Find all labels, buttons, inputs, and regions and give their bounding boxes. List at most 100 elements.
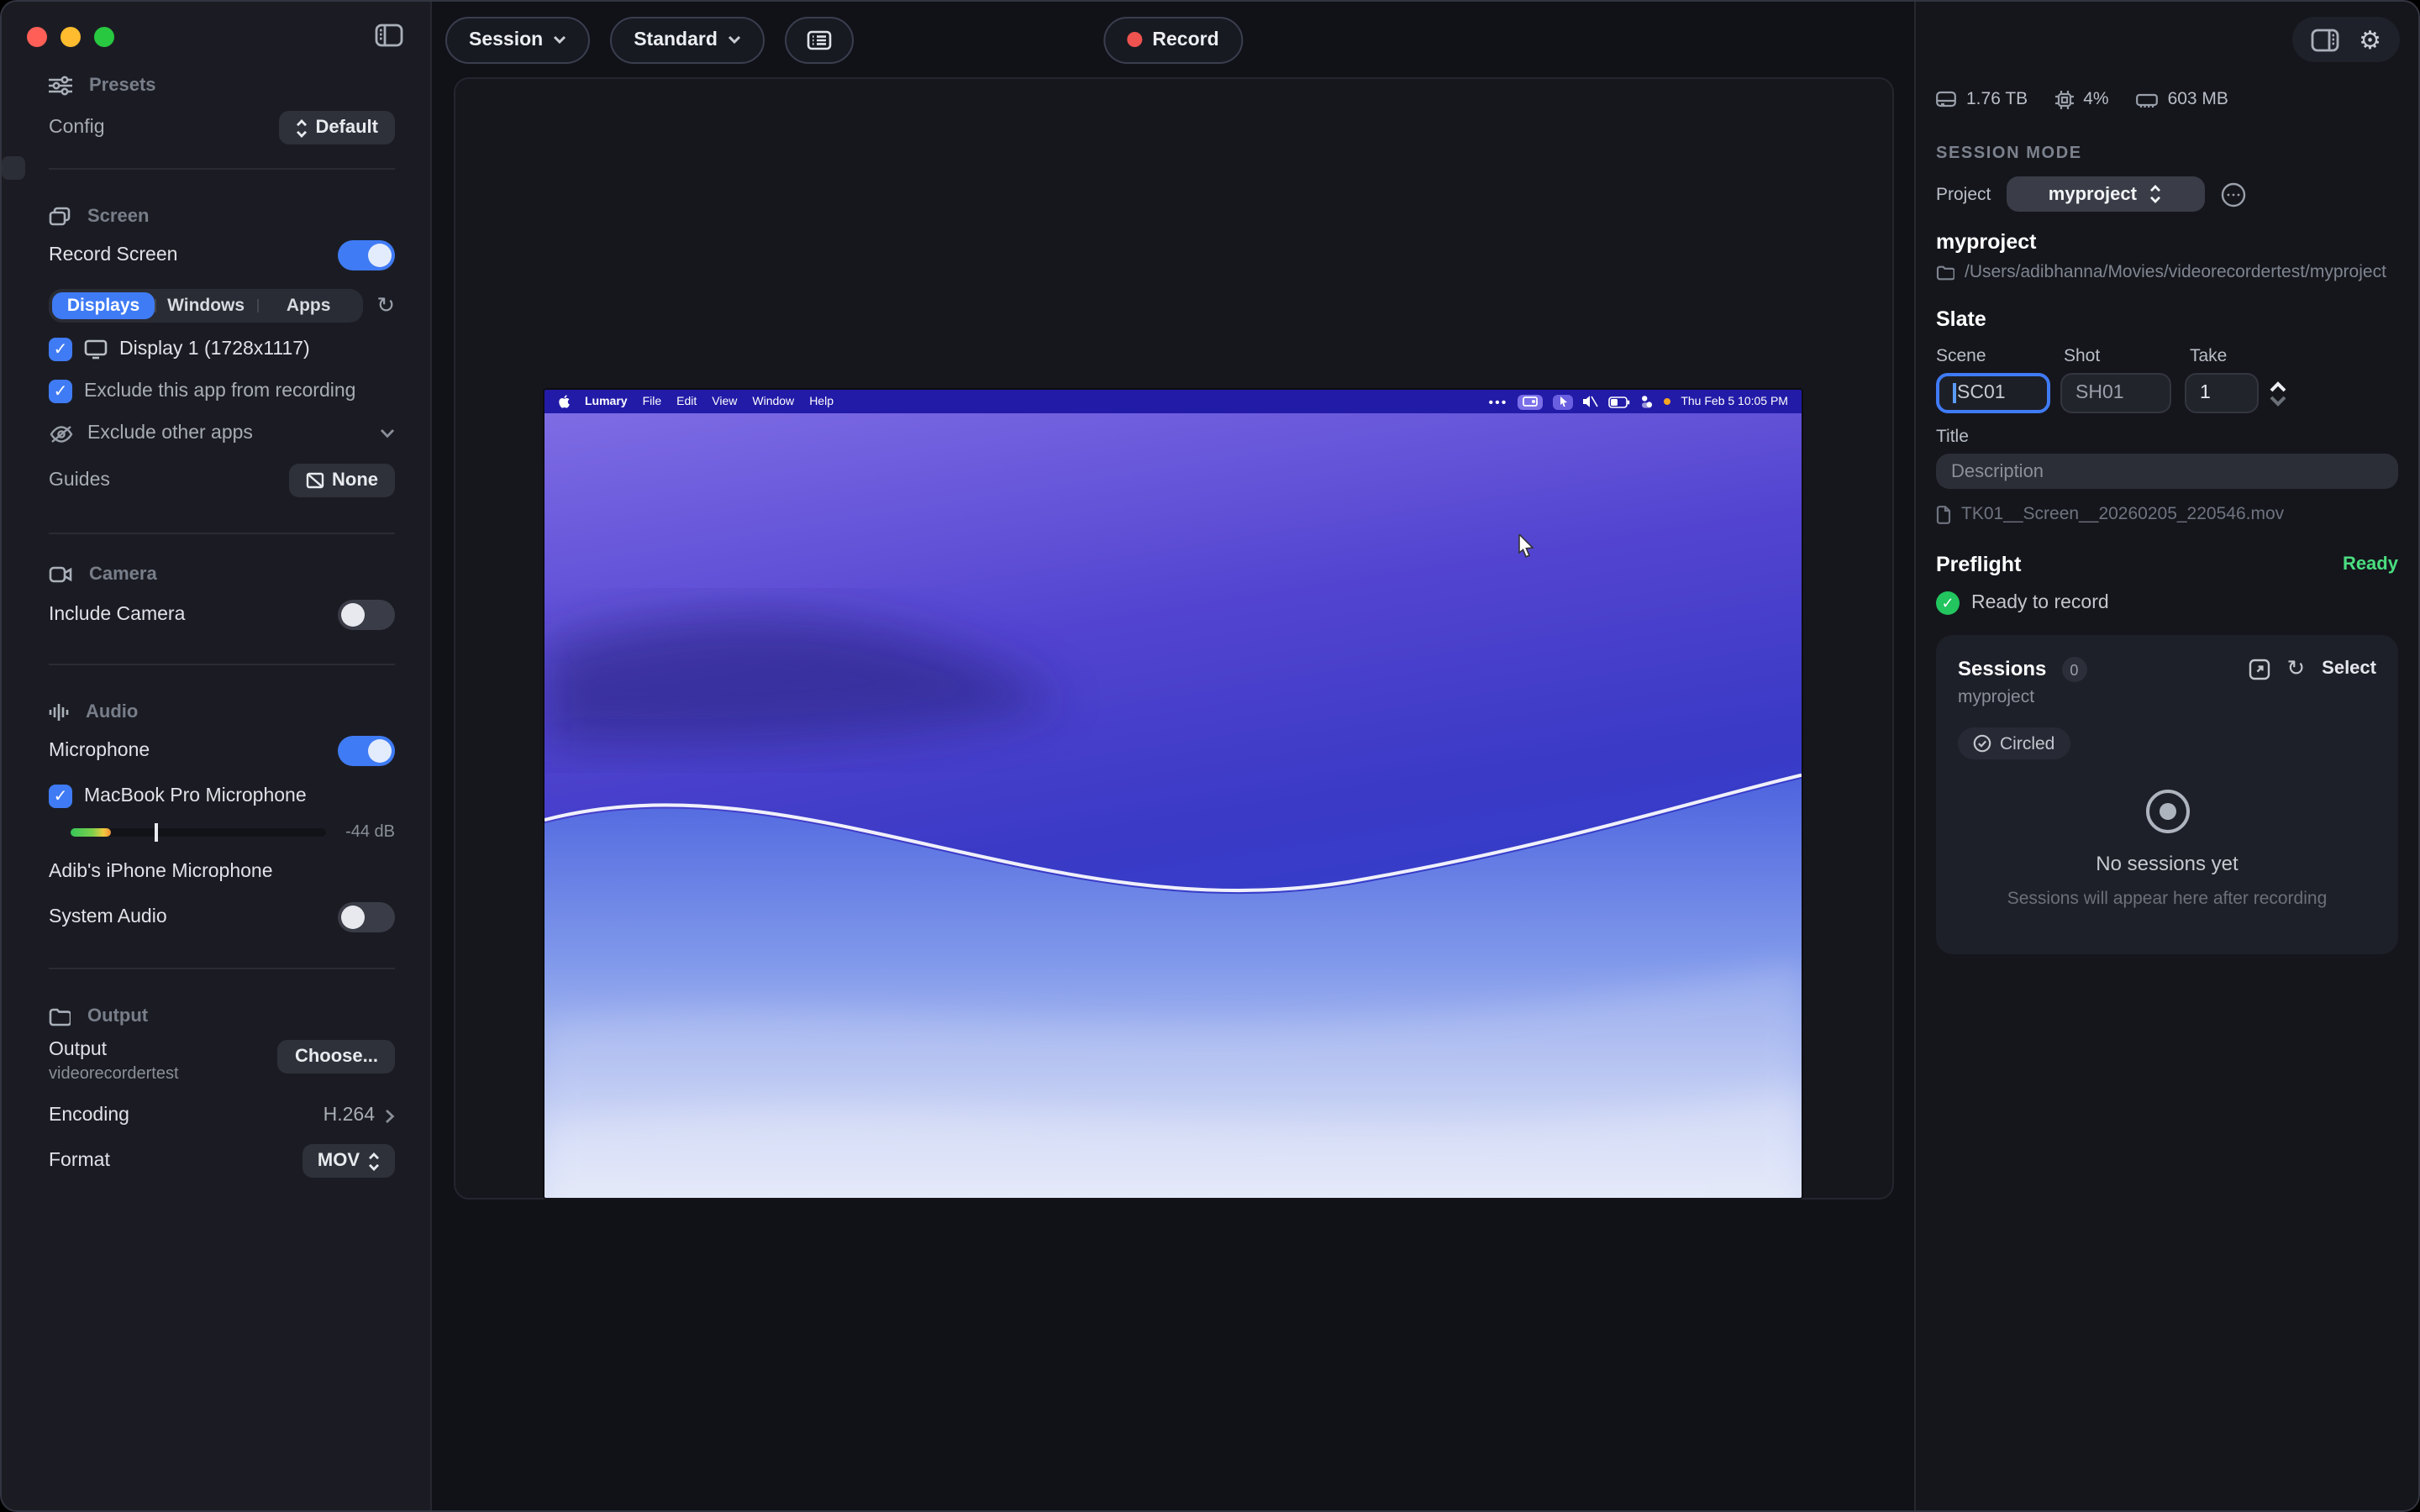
menubar-clock: Thu Feb 5 10:05 PM — [1681, 396, 1788, 407]
check-circle-icon: ✓ — [1936, 591, 1960, 615]
record-screen-toggle[interactable] — [338, 240, 395, 270]
chevron-updown-icon — [295, 118, 307, 137]
display1-checkbox[interactable]: ✓ — [49, 338, 72, 361]
preview-menu-edit: Edit — [676, 396, 697, 407]
storage-status: 1.76 TB 4% 603 MB — [1936, 89, 2398, 109]
shot-input[interactable] — [2060, 373, 2171, 413]
encoding-label: Encoding — [49, 1105, 129, 1126]
notes-button[interactable] — [785, 16, 854, 63]
zoom-button[interactable] — [94, 27, 114, 47]
system-audio-toggle[interactable] — [338, 902, 395, 932]
sidebar-toggle-icon[interactable] — [375, 24, 403, 47]
preflight-status: Ready — [2343, 554, 2398, 575]
minimize-button[interactable] — [60, 27, 81, 47]
panel-top-controls: ⚙ — [2291, 17, 2400, 62]
mic-level-value: -44 dB — [345, 823, 395, 842]
status-dot-icon — [1664, 398, 1670, 405]
circle-check-icon — [1973, 734, 1991, 753]
tab-apps[interactable]: Apps — [257, 292, 360, 319]
main-area: Session Standard Record Lumary File — [432, 2, 1914, 1510]
microphone-label: Microphone — [49, 741, 150, 761]
refresh-icon[interactable]: ↻ — [376, 292, 395, 319]
session-mode-label: SESSION MODE — [1936, 144, 2398, 163]
config-dropdown[interactable]: Default — [278, 111, 395, 144]
choose-button[interactable]: Choose... — [278, 1040, 395, 1074]
folder-icon — [1936, 265, 1954, 280]
chevron-down-icon[interactable] — [380, 428, 395, 438]
pointer-icon — [1553, 394, 1573, 409]
camera-icon — [49, 566, 72, 583]
guides-button[interactable]: None — [288, 464, 395, 497]
exclude-other-label: Exclude other apps — [87, 423, 253, 444]
display1-label: Display 1 (1728x1117) — [119, 339, 310, 360]
project-dropdown[interactable]: myproject — [2006, 176, 2204, 212]
memory-usage: 603 MB — [2168, 89, 2228, 109]
folder-icon — [49, 1007, 71, 1026]
close-button[interactable] — [27, 27, 47, 47]
document-icon — [1936, 505, 1951, 523]
gear-icon[interactable]: ⚙ — [2359, 24, 2381, 55]
output-label: Output — [49, 1040, 179, 1060]
record-button[interactable]: Record — [1103, 16, 1242, 63]
stepper-down-icon[interactable] — [2269, 394, 2287, 406]
take-stepper — [2269, 381, 2287, 406]
control-center-icon — [1640, 395, 1654, 408]
format-dropdown[interactable]: MOV — [302, 1144, 395, 1178]
title-input[interactable] — [1936, 454, 2398, 489]
format-label: Format — [49, 1151, 110, 1171]
title-label: Title — [1936, 427, 1969, 447]
app-window: Presets Config Default Screen Record Scr… — [0, 0, 2420, 1512]
sidebar: Presets Config Default Screen Record Scr… — [2, 2, 432, 1510]
tab-displays[interactable]: Displays — [52, 292, 155, 319]
waveform-icon — [49, 702, 69, 722]
cpu-icon — [2054, 90, 2073, 108]
exclude-app-checkbox[interactable]: ✓ — [49, 380, 72, 403]
select-button[interactable]: Select — [2322, 659, 2376, 679]
text-caret — [1953, 383, 1955, 403]
encoding-row[interactable]: H.264 — [324, 1105, 395, 1126]
apple-icon — [558, 395, 570, 408]
disk-icon — [1936, 91, 1956, 108]
sliders-icon — [49, 76, 72, 96]
ellipsis-circle-icon[interactable] — [2219, 181, 2246, 207]
wallpaper — [544, 413, 1802, 1198]
tab-windows[interactable]: Windows — [155, 292, 257, 319]
take-input[interactable] — [2185, 373, 2259, 413]
screen-header: Screen — [87, 207, 149, 227]
microphone-toggle[interactable] — [338, 736, 395, 766]
empty-title: No sessions yet — [1936, 852, 2398, 875]
menubar-more-icon: ••• — [1489, 394, 1508, 409]
audio-header: Audio — [86, 702, 138, 722]
session-menu-button[interactable]: Session — [445, 16, 590, 63]
eye-off-icon — [49, 424, 74, 443]
shot-label: Shot — [2064, 346, 2190, 366]
cpu-usage: 4% — [2083, 89, 2108, 109]
notes-icon — [807, 29, 832, 50]
macbook-mic-checkbox[interactable]: ✓ — [49, 785, 72, 808]
stepper-up-icon[interactable] — [2269, 381, 2287, 392]
sessions-project: myproject — [1958, 687, 2086, 707]
config-label: Config — [49, 118, 105, 138]
scene-input[interactable]: SC01 — [1936, 373, 2050, 413]
include-camera-toggle[interactable] — [338, 600, 395, 630]
project-name: myproject — [1936, 230, 2398, 254]
circled-filter-chip[interactable]: Circled — [1958, 727, 2070, 759]
iphone-mic-checkbox[interactable] — [2, 156, 25, 180]
guides-label: Guides — [49, 470, 110, 491]
session-panel: ⚙ 1.76 TB 4% 603 MB SESSION MODE Project… — [1914, 2, 2418, 1510]
preview-app-name: Lumary — [585, 396, 628, 407]
chevron-right-icon — [385, 1108, 395, 1123]
panel-toggle-icon[interactable] — [2310, 28, 2338, 51]
preview-stage: Lumary File Edit View Window Help ••• — [454, 77, 1894, 1200]
scene-label: Scene — [1936, 346, 2064, 366]
sessions-empty-state: No sessions yet Sessions will appear her… — [1936, 790, 2398, 909]
guides-none-icon — [305, 472, 324, 489]
external-link-icon[interactable] — [2248, 658, 2270, 680]
mode-menu-button[interactable]: Standard — [610, 16, 765, 63]
preflight-header: Preflight — [1936, 553, 2021, 576]
encoding-value: H.264 — [324, 1105, 375, 1126]
sessions-count-badge: 0 — [2061, 657, 2086, 682]
chevron-down-icon — [553, 35, 566, 44]
refresh-icon[interactable]: ↻ — [2286, 655, 2305, 682]
project-path: /Users/adibhanna/Movies/videorecordertes… — [1965, 262, 2386, 282]
